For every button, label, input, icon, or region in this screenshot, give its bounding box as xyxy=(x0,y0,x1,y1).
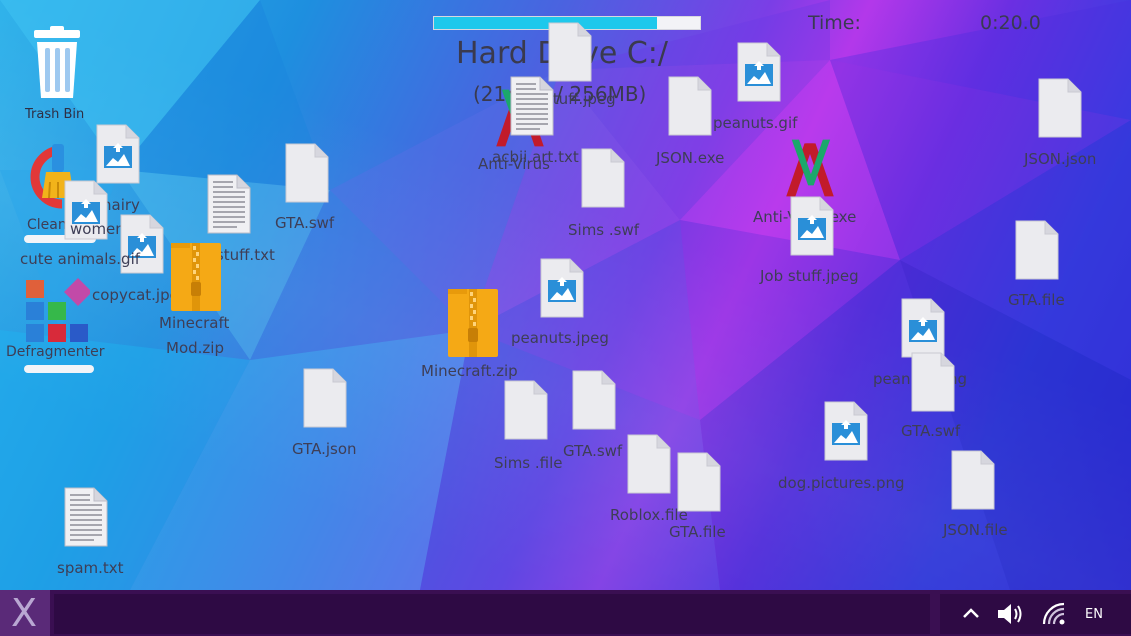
file-gta-file-1[interactable] xyxy=(677,452,721,512)
anti-virus-icon xyxy=(780,136,840,200)
defragmenter-label: Defragmenter xyxy=(6,344,105,360)
file-sims-swf[interactable] xyxy=(581,148,625,208)
file-gta-json[interactable] xyxy=(303,368,347,428)
defragmenter-blocks-icon xyxy=(26,278,92,342)
text-file-icon xyxy=(64,487,108,547)
storage-progress-fill xyxy=(434,17,658,29)
start-x-icon: X xyxy=(11,591,38,635)
blank-file-icon xyxy=(677,452,721,512)
file-minecraft-mod-zip[interactable] xyxy=(170,242,222,312)
file-dog-pictures-png-label: dog.pictures.png xyxy=(778,474,905,492)
blank-file-icon xyxy=(627,434,671,494)
language-indicator[interactable]: EN xyxy=(1085,607,1103,622)
image-file-icon xyxy=(790,196,834,256)
file-gta-json-label: GTA.json xyxy=(292,440,357,458)
file-peanuts-gif-label: peanuts.gif xyxy=(713,114,798,132)
file-peanuts-jpeg[interactable] xyxy=(540,258,584,318)
file-spam-txt[interactable] xyxy=(64,487,108,547)
blank-file-icon xyxy=(951,450,995,510)
file-json-exe-label: JSON.exe xyxy=(656,149,725,167)
blank-file-icon xyxy=(581,148,625,208)
file-gta-file-2[interactable] xyxy=(1015,220,1059,280)
file-job-stuff-jpeg-1[interactable] xyxy=(548,22,592,82)
image-file-icon xyxy=(737,42,781,102)
timer-label: Time: xyxy=(808,12,861,34)
file-sims-swf-label: Sims .swf xyxy=(568,221,640,239)
taskbar: X EN xyxy=(0,590,1131,636)
file-roblox-file[interactable] xyxy=(627,434,671,494)
file-cute-animals-gif-label: cute animals.gif xyxy=(20,250,141,268)
file-json-json-label: JSON.json xyxy=(1024,150,1097,168)
file-minecraft-zip[interactable] xyxy=(447,288,499,358)
file-spam-txt-label: spam.txt xyxy=(57,559,124,577)
file-sims-file[interactable] xyxy=(504,380,548,440)
file-job-stuff-txt[interactable] xyxy=(207,174,251,234)
wifi-icon[interactable] xyxy=(1040,600,1068,628)
image-file-icon xyxy=(824,401,868,461)
timer-value: 0:20.0 xyxy=(980,12,1041,34)
blank-file-icon xyxy=(1015,220,1059,280)
file-gta-swf-1[interactable] xyxy=(285,143,329,203)
trash-bin[interactable] xyxy=(26,26,88,102)
file-peanuts-png[interactable] xyxy=(901,298,945,358)
file-json-file-label: JSON.file xyxy=(943,521,1008,539)
file-anti-virus-exe[interactable] xyxy=(780,136,840,200)
file-gta-file-2-label: GTA.file xyxy=(1008,291,1065,309)
file-gta-swf-3-label: GTA.swf xyxy=(901,422,961,440)
file-acbii-art-txt[interactable] xyxy=(510,76,554,136)
speaker-icon[interactable] xyxy=(996,602,1026,626)
blank-file-icon xyxy=(1038,78,1082,138)
file-gta-swf-1-label: GTA.swf xyxy=(275,214,335,232)
file-peanuts-jpeg-label: peanuts.jpeg xyxy=(511,329,609,347)
start-button[interactable]: X xyxy=(0,590,50,636)
file-anti-virus-1-label: Anti-Virus xyxy=(478,155,550,173)
file-job-stuff-jpeg-2-label: Job stuff.jpeg xyxy=(760,267,859,285)
file-json-json[interactable] xyxy=(1038,78,1082,138)
defragmenter-progress-bar xyxy=(24,365,94,373)
file-sims-file-label: Sims .file xyxy=(494,454,563,472)
trash-bin-icon xyxy=(34,26,80,98)
file-json-exe[interactable] xyxy=(668,76,712,136)
file-minecraft-zip-label: Minecraft.zip xyxy=(421,362,518,380)
trash-bin-label: Trash Bin xyxy=(25,107,85,122)
blank-file-icon xyxy=(572,370,616,430)
file-peanuts-gif[interactable] xyxy=(737,42,781,102)
image-file-icon xyxy=(901,298,945,358)
file-minecraft-mod-zip-label-line1: Minecraft xyxy=(159,314,230,332)
defragmenter-tool[interactable] xyxy=(24,278,92,344)
file-json-file[interactable] xyxy=(951,450,995,510)
file-hairy[interactable] xyxy=(96,124,140,184)
file-gta-file-1-label: GTA.file xyxy=(669,523,726,541)
file-dog-pictures-png[interactable] xyxy=(824,401,868,461)
text-file-icon xyxy=(207,174,251,234)
zip-file-icon xyxy=(170,242,222,312)
image-file-icon xyxy=(540,258,584,318)
blank-file-icon xyxy=(303,368,347,428)
file-gta-swf-2[interactable] xyxy=(572,370,616,430)
blank-file-icon xyxy=(911,352,955,412)
file-gta-swf-3[interactable] xyxy=(911,352,955,412)
blank-file-icon xyxy=(668,76,712,136)
blank-file-icon xyxy=(504,380,548,440)
file-job-stuff-jpeg-2[interactable] xyxy=(790,196,834,256)
image-file-icon xyxy=(96,124,140,184)
text-file-icon xyxy=(510,76,554,136)
taskbar-apps-area xyxy=(54,594,930,634)
chevron-up-icon[interactable] xyxy=(962,607,980,619)
blank-file-icon xyxy=(548,22,592,82)
system-tray: EN xyxy=(940,594,1131,634)
zip-file-icon xyxy=(447,288,499,358)
file-minecraft-mod-zip-label-line2: Mod.zip xyxy=(166,339,224,357)
blank-file-icon xyxy=(285,143,329,203)
file-gta-swf-2-label: GTA.swf xyxy=(563,442,623,460)
